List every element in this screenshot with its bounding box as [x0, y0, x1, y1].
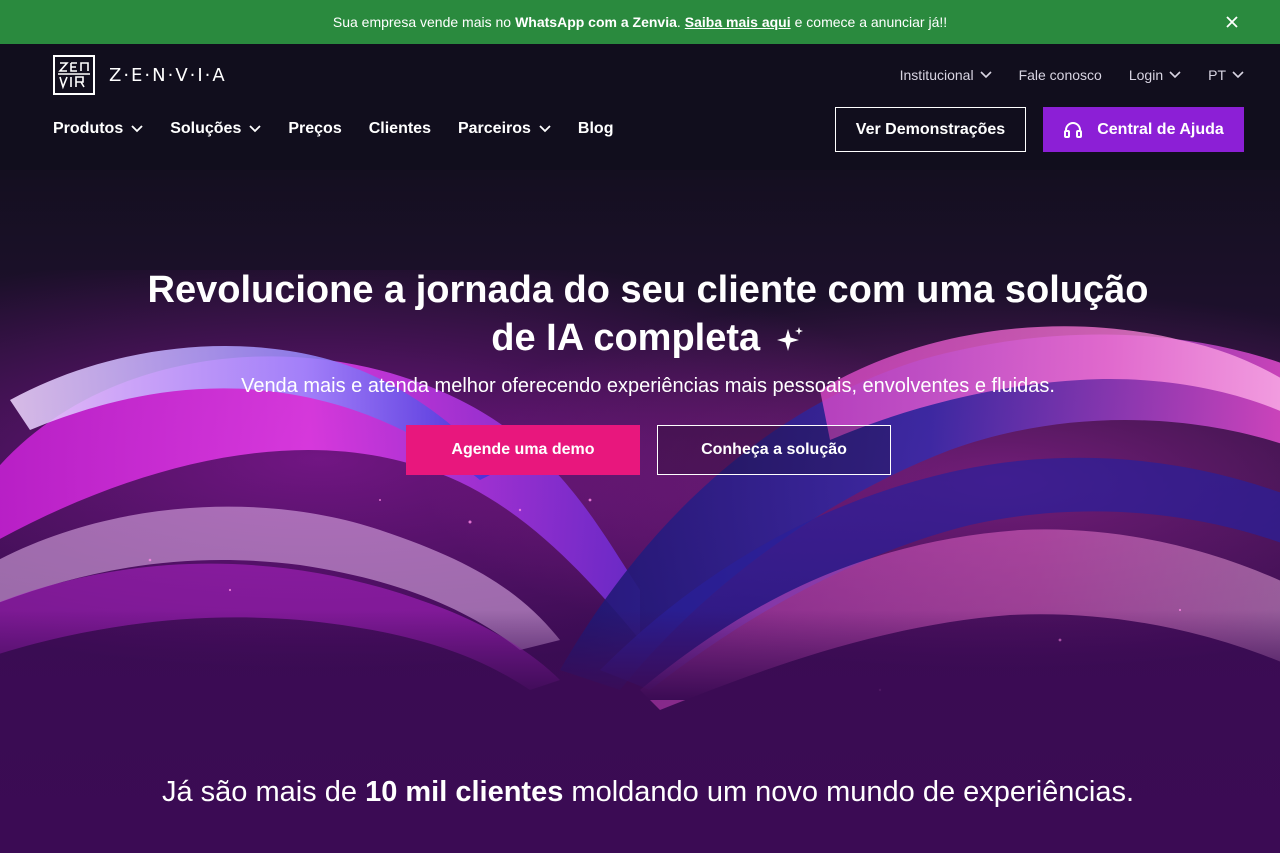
announcement-bold: WhatsApp com a Zenvia. [515, 14, 681, 30]
hero-subtitle: Venda mais e atenda melhor oferecendo ex… [241, 375, 1055, 397]
agende-demo-button[interactable]: Agende uma demo [406, 425, 640, 475]
announcement-link[interactable]: Saiba mais aqui [685, 14, 791, 30]
ver-demonstracoes-button[interactable]: Ver Demonstrações [835, 107, 1026, 152]
util-nav-fale-conosco[interactable]: Fale conosco [1019, 67, 1102, 83]
central-de-ajuda-button[interactable]: Central de Ajuda [1043, 107, 1244, 152]
nav-label: Soluções [170, 120, 242, 137]
util-nav-login[interactable]: Login [1129, 67, 1181, 83]
util-nav-label: Institucional [899, 67, 974, 83]
sparkle-icon [776, 326, 803, 351]
nav-clientes[interactable]: Clientes [369, 120, 431, 138]
chevron-down-icon [1232, 71, 1244, 79]
headset-icon [1064, 121, 1083, 138]
hero-title-line1: Revolucione a jornada do seu cliente com… [147, 269, 1149, 311]
logo-mark [53, 55, 95, 95]
nav-label: Blog [577, 120, 614, 137]
nav-label: Parceiros [457, 120, 531, 137]
nav-produtos[interactable]: Produtos [53, 120, 143, 138]
chevron-down-icon [131, 125, 143, 133]
util-nav-institucional[interactable]: Institucional [900, 67, 992, 83]
main-nav: Produtos Soluções Preços Clientes Parcei… [53, 118, 613, 140]
clients-statement: Já são mais de 10 mil clientes moldando … [60, 776, 1236, 809]
nav-label: Produtos [53, 120, 124, 137]
logo-wordmark: Z·E·N·V·I·A [109, 64, 227, 86]
util-nav-language[interactable]: PT [1208, 67, 1244, 83]
hero-title: Revolucione a jornada do seu cliente com… [140, 266, 1156, 362]
announcement-text: Sua empresa vende mais no WhatsApp com a… [333, 14, 947, 30]
util-nav-label: Fale conosco [1018, 67, 1102, 83]
nav-solucoes[interactable]: Soluções [170, 120, 261, 138]
chevron-down-icon [539, 125, 551, 133]
util-nav-label: Login [1128, 67, 1164, 83]
help-label: Central de Ajuda [1097, 120, 1224, 138]
conheca-solucao-button[interactable]: Conheça a solução [657, 425, 891, 475]
clients-suffix: moldando um novo mundo de experiências. [571, 776, 1135, 808]
nav-label: Preços [288, 120, 342, 137]
nav-label: Clientes [368, 120, 431, 137]
utility-nav: Institucional Fale conosco Login PT [900, 64, 1244, 86]
announcement-suffix: e comece a anunciar já!! [794, 14, 948, 30]
hero-title-line2: de IA completa [491, 317, 761, 359]
chevron-down-icon [1169, 71, 1181, 79]
nav-precos[interactable]: Preços [288, 120, 341, 138]
announcement-bar: Sua empresa vende mais no WhatsApp com a… [0, 0, 1280, 44]
zenvia-logo[interactable]: Z·E·N·V·I·A [53, 55, 227, 95]
site-header: Z·E·N·V·I·A Institucional Fale conosco L… [0, 44, 1280, 170]
hero-section: Revolucione a jornada do seu cliente com… [0, 170, 1280, 853]
chevron-down-icon [979, 71, 992, 79]
announcement-prefix: Sua empresa vende mais no [332, 14, 512, 30]
nav-parceiros[interactable]: Parceiros [458, 120, 551, 138]
util-nav-label: PT [1208, 67, 1226, 83]
clients-highlight: 10 mil clientes [365, 776, 564, 808]
nav-blog[interactable]: Blog [578, 120, 614, 138]
close-icon[interactable] [1222, 12, 1242, 32]
chevron-down-icon [249, 125, 261, 133]
clients-prefix: Já são mais de [161, 776, 357, 808]
